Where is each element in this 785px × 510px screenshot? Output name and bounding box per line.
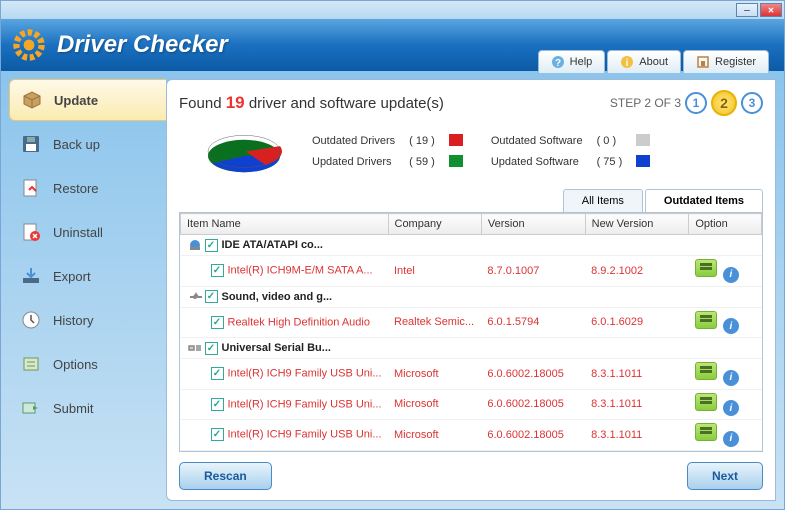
- swatch-outdated-software: [636, 134, 650, 146]
- category-icon: [187, 341, 203, 355]
- pie-chart: [199, 124, 289, 179]
- checkbox[interactable]: ✓: [205, 290, 218, 303]
- submit-icon: [21, 398, 41, 418]
- col-name[interactable]: Item Name: [181, 214, 389, 235]
- options-icon: [21, 354, 41, 374]
- col-option[interactable]: Option: [689, 214, 762, 235]
- close-button[interactable]: ✕: [760, 3, 782, 17]
- info-button[interactable]: i: [723, 267, 739, 283]
- download-button[interactable]: [695, 393, 717, 411]
- nav-label: Submit: [53, 401, 93, 416]
- download-button[interactable]: [695, 311, 717, 329]
- download-button[interactable]: [695, 362, 717, 380]
- category-row[interactable]: ✓Universal Serial Bu...: [181, 338, 762, 359]
- update-count: 19: [226, 93, 245, 112]
- download-button[interactable]: [695, 259, 717, 277]
- sidebar-item-uninstall[interactable]: Uninstall: [9, 211, 166, 253]
- nav-label: Back up: [53, 137, 100, 152]
- step-3: 3: [741, 92, 763, 114]
- titlebar: ─ ✕: [1, 1, 784, 19]
- app-title: Driver Checker: [57, 31, 228, 59]
- category-row[interactable]: ✓IDE ATA/ATAPI co...: [181, 235, 762, 256]
- package-icon: [22, 90, 42, 110]
- sidebar-item-restore[interactable]: Restore: [9, 167, 166, 209]
- gear-icon: [11, 27, 47, 63]
- register-button[interactable]: Register: [683, 50, 769, 73]
- checkbox[interactable]: ✓: [205, 342, 218, 355]
- driver-table[interactable]: Item Name Company Version New Version Op…: [179, 212, 763, 452]
- sidebar-item-options[interactable]: Options: [9, 343, 166, 385]
- next-button[interactable]: Next: [687, 462, 763, 490]
- swatch-updated-drivers: [449, 155, 463, 167]
- checkbox[interactable]: ✓: [211, 398, 224, 411]
- sidebar-item-submit[interactable]: Submit: [9, 387, 166, 429]
- col-version[interactable]: Version: [481, 214, 585, 235]
- checkbox[interactable]: ✓: [211, 428, 224, 441]
- info-button[interactable]: i: [723, 318, 739, 334]
- swatch-outdated-drivers: [449, 134, 463, 146]
- checkbox[interactable]: ✓: [211, 367, 224, 380]
- sidebar-item-history[interactable]: History: [9, 299, 166, 341]
- sidebar: Update Back up Restore Uninstall Export …: [1, 71, 166, 509]
- rescan-button[interactable]: Rescan: [179, 462, 272, 490]
- checkbox[interactable]: ✓: [211, 316, 224, 329]
- nav-label: Options: [53, 357, 98, 372]
- tab-all-items[interactable]: All Items: [563, 189, 643, 213]
- category-icon: [187, 290, 203, 304]
- category-icon: [187, 238, 203, 252]
- found-text: Found 19 driver and software update(s): [179, 93, 444, 113]
- about-button[interactable]: iAbout: [607, 50, 681, 73]
- driver-row[interactable]: ✓Intel(R) ICH9 Family USB Uni...Microsof…: [181, 420, 762, 451]
- nav-label: Update: [54, 93, 98, 108]
- info-button[interactable]: i: [723, 400, 739, 416]
- restore-icon: [21, 178, 41, 198]
- svg-text:i: i: [626, 58, 629, 69]
- driver-row[interactable]: ✓Intel(R) ICH9M-E/M SATA A...Intel8.7.0.…: [181, 256, 762, 287]
- step-indicator: STEP 2 OF 3 1 2 3: [610, 90, 763, 116]
- sidebar-item-update[interactable]: Update: [9, 79, 166, 121]
- sidebar-item-backup[interactable]: Back up: [9, 123, 166, 165]
- checkbox[interactable]: ✓: [211, 264, 224, 277]
- download-button[interactable]: [695, 423, 717, 441]
- nav-label: Export: [53, 269, 91, 284]
- checkbox[interactable]: ✓: [205, 239, 218, 252]
- driver-row[interactable]: ✓Intel(R) ICH9 Family USB Uni...Microsof…: [181, 389, 762, 420]
- info-button[interactable]: i: [723, 431, 739, 447]
- header: Driver Checker ?Help iAbout Register: [1, 19, 784, 71]
- nav-label: Uninstall: [53, 225, 103, 240]
- col-newver[interactable]: New Version: [585, 214, 689, 235]
- help-button[interactable]: ?Help: [538, 50, 606, 73]
- step-2-active: 2: [711, 90, 737, 116]
- clock-icon: [21, 310, 41, 330]
- swatch-updated-software: [636, 155, 650, 167]
- nav-label: Restore: [53, 181, 99, 196]
- register-icon: [696, 55, 710, 69]
- sidebar-item-export[interactable]: Export: [9, 255, 166, 297]
- tab-outdated-items[interactable]: Outdated Items: [645, 189, 763, 213]
- about-icon: i: [620, 55, 634, 69]
- info-button[interactable]: i: [723, 370, 739, 386]
- floppy-icon: [21, 134, 41, 154]
- col-company[interactable]: Company: [388, 214, 481, 235]
- minimize-button[interactable]: ─: [736, 3, 758, 17]
- svg-text:?: ?: [555, 58, 561, 69]
- export-icon: [21, 266, 41, 286]
- legend: Outdated Drivers( 19 ) Outdated Software…: [304, 130, 658, 174]
- driver-row[interactable]: ✓Intel(R) ICH9 Family USB Uni...Microsof…: [181, 359, 762, 390]
- content: Found 19 driver and software update(s) S…: [166, 79, 776, 501]
- category-row[interactable]: ✓Sound, video and g...: [181, 286, 762, 307]
- nav-label: History: [53, 313, 93, 328]
- help-icon: ?: [551, 55, 565, 69]
- driver-row[interactable]: ✓Realtek High Definition AudioRealtek Se…: [181, 307, 762, 338]
- uninstall-icon: [21, 222, 41, 242]
- step-1: 1: [685, 92, 707, 114]
